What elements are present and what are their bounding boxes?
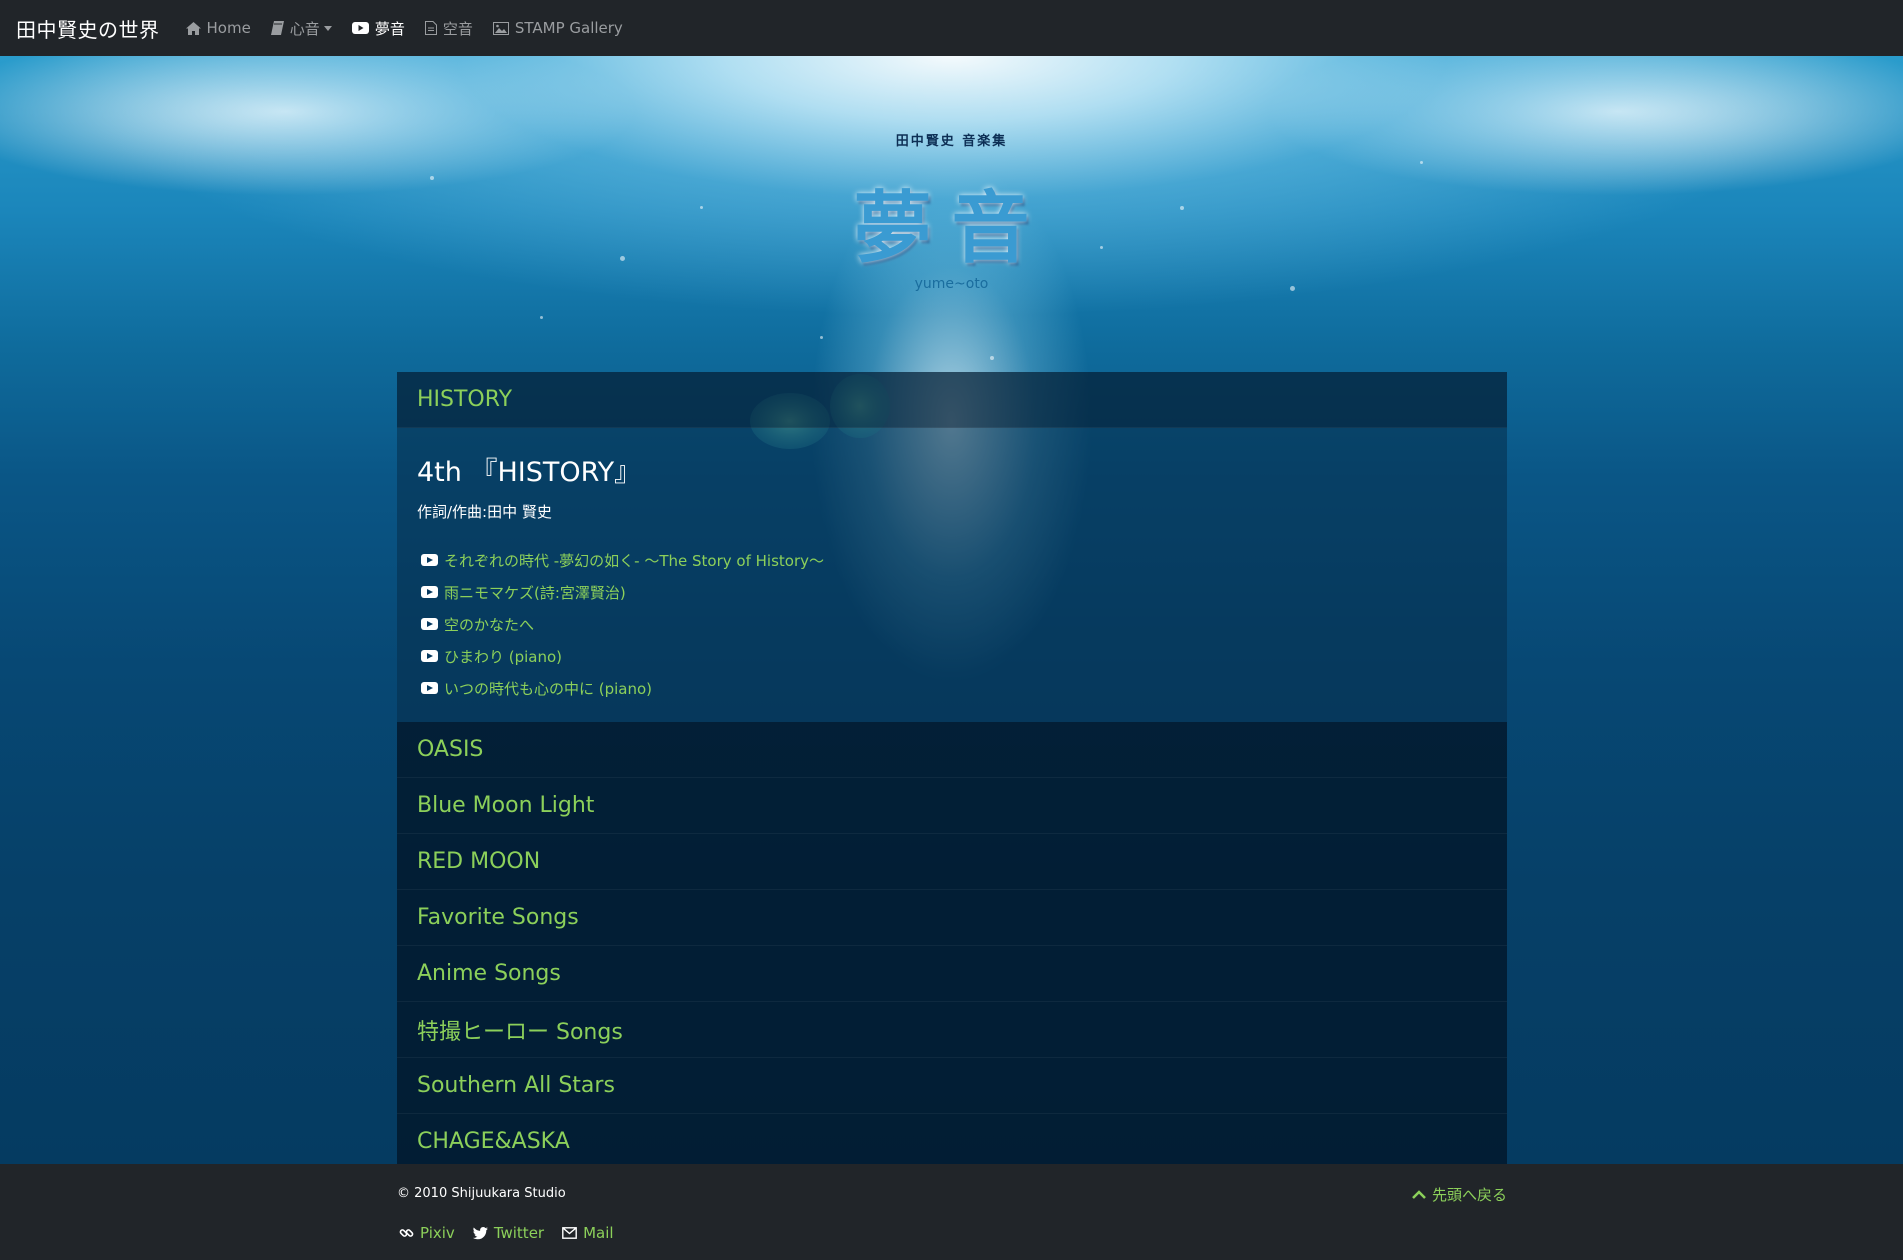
- hero-logo-title: 夢音: [853, 183, 1050, 274]
- mail-link[interactable]: Mail: [562, 1224, 614, 1242]
- song-link[interactable]: 雨ニモマケズ(詩:宮澤賢治): [444, 582, 626, 603]
- pixiv-link[interactable]: Pixiv: [399, 1224, 455, 1242]
- youtube-icon: [421, 554, 438, 566]
- mail-icon: [562, 1227, 577, 1239]
- section-header-oasis[interactable]: OASIS: [397, 722, 1507, 778]
- hero-romaji: yume~oto: [914, 276, 989, 292]
- image-icon: [492, 21, 509, 35]
- nav-stamp-gallery[interactable]: STAMP Gallery: [492, 19, 623, 37]
- song-link[interactable]: いつの時代も心の中に (piano): [444, 678, 652, 699]
- album-credit: 作詞/作曲:田中 賢史: [417, 503, 552, 521]
- twitter-link[interactable]: Twitter: [472, 1224, 545, 1242]
- song-link[interactable]: ひまわり (piano): [444, 646, 562, 667]
- album-title: 4th 『HISTORY』: [417, 457, 642, 488]
- nav-shinon-label: 心音: [289, 19, 320, 38]
- section-label: Blue Moon Light: [417, 793, 595, 818]
- song-link[interactable]: それぞれの時代 -夢幻の如く- ～The Story of History～: [444, 550, 824, 571]
- footer-links: Pixiv Twitter Mail: [399, 1224, 632, 1242]
- link-icon: [399, 1228, 414, 1237]
- section-header-southern-all-stars[interactable]: Southern All Stars: [397, 1058, 1507, 1114]
- youtube-icon: [421, 586, 438, 598]
- nav-soraon[interactable]: 空音: [424, 18, 473, 39]
- section-body-history: 4th 『HISTORY』 作詞/作曲:田中 賢史 それぞれの時代 -夢幻の如く…: [397, 428, 1507, 722]
- nav-soraon-label: 空音: [442, 19, 473, 38]
- section-header-history[interactable]: HISTORY: [397, 372, 1507, 428]
- song-item: それぞれの時代 -夢幻の如く- ～The Story of History～: [417, 544, 1487, 576]
- song-item: ひまわり (piano): [417, 640, 1487, 672]
- site-footer: © 2010 Shijuukara Studio 先頭へ戻る Pixiv Twi…: [0, 1164, 1903, 1260]
- youtube-icon: [421, 650, 438, 662]
- song-item: 空のかなたへ: [417, 608, 1487, 640]
- hero-subtitle: 田中賢史 音楽集: [895, 134, 1008, 149]
- section-label: Anime Songs: [417, 961, 561, 986]
- section-label: OASIS: [417, 737, 484, 762]
- section-header-blue-moon-light[interactable]: Blue Moon Light: [397, 778, 1507, 834]
- youtube-icon: [421, 682, 438, 694]
- bubble: [540, 316, 543, 319]
- song-item: いつの時代も心の中に (piano): [417, 672, 1487, 704]
- section-label: Favorite Songs: [417, 905, 579, 930]
- copyright-text: © 2010 Shijuukara Studio: [397, 1186, 566, 1201]
- nav-home-label: Home: [206, 19, 251, 37]
- song-link[interactable]: 空のかなたへ: [444, 614, 534, 635]
- chevron-down-icon: [323, 25, 332, 31]
- section-header-red-moon[interactable]: RED MOON: [397, 834, 1507, 890]
- nav-yumeoto-label: 夢音: [374, 19, 405, 38]
- bubble: [820, 336, 823, 339]
- pixiv-label: Pixiv: [420, 1224, 455, 1242]
- section-header-tokusatsu-songs[interactable]: 特撮ヒーロー Songs: [397, 1002, 1507, 1058]
- mail-label: Mail: [583, 1224, 614, 1242]
- section-label: 特撮ヒーロー Songs: [417, 1019, 623, 1045]
- section-header-anime-songs[interactable]: Anime Songs: [397, 946, 1507, 1002]
- home-icon: [185, 21, 201, 35]
- music-accordion: HISTORY 4th 『HISTORY』 作詞/作曲:田中 賢史 それぞれの時…: [397, 372, 1507, 1170]
- bubble: [990, 356, 994, 360]
- nav-shinon-dropdown[interactable]: 心音: [270, 18, 332, 39]
- document-icon: [424, 21, 437, 35]
- song-item: 雨ニモマケズ(詩:宮澤賢治): [417, 576, 1487, 608]
- back-to-top-label: 先頭へ戻る: [1431, 1186, 1507, 1204]
- site-brand[interactable]: 田中賢史の世界: [16, 14, 160, 43]
- section-label: CHAGE&ASKA: [417, 1129, 570, 1154]
- section-label: Southern All Stars: [417, 1073, 615, 1098]
- chevron-up-icon: [1412, 1189, 1426, 1199]
- section-header-favorite-songs[interactable]: Favorite Songs: [397, 890, 1507, 946]
- section-header-chage-aska[interactable]: CHAGE&ASKA: [397, 1114, 1507, 1170]
- nav-stamp-gallery-label: STAMP Gallery: [514, 19, 623, 37]
- section-label: HISTORY: [417, 387, 513, 412]
- bubble: [1420, 161, 1423, 164]
- twitter-icon: [472, 1226, 488, 1239]
- nav-home[interactable]: Home: [185, 19, 251, 37]
- top-navbar: 田中賢史の世界 Home 心音 夢音 空音 STAMP Gallery: [0, 0, 1903, 56]
- section-label: RED MOON: [417, 849, 541, 874]
- youtube-icon: [351, 22, 369, 34]
- youtube-icon: [421, 618, 438, 630]
- nav-yumeoto[interactable]: 夢音: [351, 18, 405, 39]
- book-icon: [270, 21, 284, 35]
- twitter-label: Twitter: [493, 1224, 545, 1242]
- back-to-top-link[interactable]: 先頭へ戻る: [1412, 1184, 1507, 1205]
